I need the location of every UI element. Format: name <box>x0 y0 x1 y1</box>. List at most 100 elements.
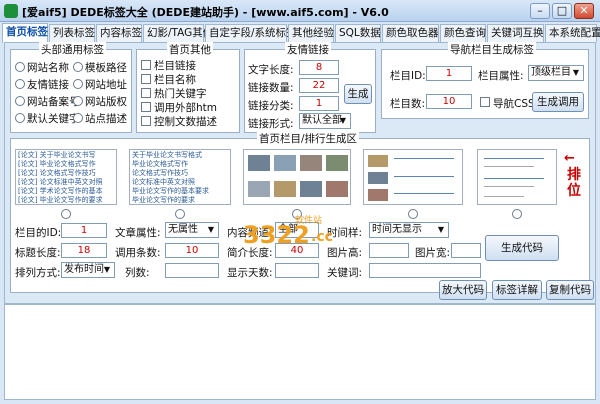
close-button[interactable]: ✕ <box>574 3 594 19</box>
group-title: 头部通用标签 <box>39 42 106 57</box>
title-length-label: 标题长度: <box>15 247 61 259</box>
label-hot-keywords: 热门关键字 <box>154 88 207 100</box>
display-days-label: 显示天数: <box>227 267 273 279</box>
tab-home-tags[interactable]: 首页标签 <box>2 23 48 43</box>
tab-custom-fields[interactable]: 自定字段/系统标签 <box>205 24 297 42</box>
tab-color-query[interactable]: 颜色查询 <box>440 24 486 42</box>
text-length-input[interactable]: 8 <box>299 60 339 75</box>
display-days-input[interactable] <box>275 263 319 278</box>
copy-code-button[interactable]: 复制代码 <box>546 280 594 300</box>
article-attr-value: 无属性 <box>168 224 198 235</box>
watermark-tag: 软件站 <box>295 216 323 226</box>
link-form-value: 默认全部 <box>302 115 342 126</box>
title-length-input[interactable]: 18 <box>61 243 107 258</box>
tab-system-config[interactable]: 本系统配置 <box>545 24 600 42</box>
radio-default-keywords[interactable] <box>15 113 25 123</box>
image-height-input[interactable] <box>369 243 409 258</box>
link-count-label: 链接数量: <box>248 82 294 94</box>
style-radio-4[interactable] <box>408 209 418 219</box>
label-column-link: 栏目链接 <box>154 60 196 72</box>
radio-site-url[interactable] <box>73 79 83 89</box>
nav-column-count-label: 栏目数: <box>390 98 426 110</box>
radio-copyright[interactable] <box>73 96 83 106</box>
article-attr-label: 文章属性: <box>115 227 161 239</box>
code-output-textarea[interactable] <box>4 304 596 400</box>
style-radio-5[interactable] <box>512 209 522 219</box>
nav-column-id-input[interactable]: 1 <box>426 66 472 81</box>
radio-site-name[interactable] <box>15 62 25 72</box>
radio-friend-links[interactable] <box>15 79 25 89</box>
call-count-label: 调用条数: <box>115 247 161 259</box>
generate-nav-button[interactable]: 生成调用 <box>532 92 584 112</box>
arrow-left-icon: ← <box>564 151 575 166</box>
column-id-label: 栏目的ID: <box>15 227 62 239</box>
watermark-suffix: .cc <box>311 229 333 245</box>
tab-list-tags[interactable]: 列表标签 <box>49 24 95 42</box>
check-external-htm[interactable] <box>141 102 151 112</box>
keyword-input[interactable] <box>369 263 481 278</box>
chevron-down-icon: ▼ <box>339 116 347 125</box>
preview-thumb-text-summary <box>477 149 557 205</box>
group-title: 首页其他 <box>167 42 213 57</box>
tab-other-experience[interactable]: 其他经验 <box>288 24 334 42</box>
label-copyright: 网站版权 <box>85 96 127 108</box>
group-title: 导航栏目生成标签 <box>448 42 536 57</box>
tag-detail-button[interactable]: 标签详解 <box>492 280 542 300</box>
radio-site-desc[interactable] <box>73 113 83 123</box>
nav-column-count-input[interactable]: 10 <box>426 94 472 109</box>
style-radio-2[interactable] <box>175 209 185 219</box>
label-control-desc: 控制文数描述 <box>154 116 217 128</box>
call-count-input[interactable]: 10 <box>165 243 219 258</box>
tab-keyword-swap[interactable]: 关键词互换 <box>487 24 544 42</box>
maximize-button[interactable]: □ <box>552 3 572 19</box>
article-attr-select[interactable]: 无属性 ▼ <box>165 222 219 238</box>
image-width-label: 图片宽: <box>415 247 451 259</box>
nav-column-attr-label: 栏目属性: <box>478 70 524 82</box>
image-height-label: 图片高: <box>327 247 363 259</box>
nav-css-label: 导航CSS <box>493 98 535 110</box>
sort-order-select[interactable]: 发布时间 ▼ <box>61 262 115 278</box>
link-form-select[interactable]: 默认全部 ▼ <box>299 113 351 129</box>
link-count-input[interactable]: 22 <box>299 78 339 93</box>
radio-template-path[interactable] <box>73 62 83 72</box>
preview-thumb-image-list <box>363 149 463 205</box>
tab-color-picker[interactable]: 颜色取色器 <box>382 24 439 42</box>
label-friend-links: 友情链接 <box>27 79 69 91</box>
generate-code-button[interactable]: 生成代码 <box>485 235 559 261</box>
column-id-input[interactable]: 1 <box>61 223 107 238</box>
label-site-desc: 站点描述 <box>85 113 127 125</box>
tab-sql-data[interactable]: SQL数据 <box>335 24 381 42</box>
label-site-name: 网站名称 <box>27 62 69 74</box>
link-category-label: 链接分类: <box>248 100 294 112</box>
minimize-button[interactable]: – <box>530 3 550 19</box>
zoom-code-button[interactable]: 放大代码 <box>439 280 487 300</box>
group-title: 首页栏目/排行生成区 <box>257 131 360 146</box>
nav-column-attr-select[interactable]: 顶级栏目 ▼ <box>528 65 584 81</box>
label-template-path: 模板路径 <box>85 62 127 74</box>
text-length-label: 文字长度: <box>248 64 294 76</box>
label-column-name: 栏目名称 <box>154 74 196 86</box>
sort-order-value: 发布时间 <box>64 264 104 275</box>
check-column-name[interactable] <box>141 74 151 84</box>
nav-css-checkbox[interactable] <box>480 97 490 107</box>
radio-icp-number[interactable] <box>15 96 25 106</box>
label-site-url: 网站地址 <box>85 79 127 91</box>
group-title: 友情链接 <box>285 42 331 57</box>
chevron-down-icon: ▼ <box>207 225 215 234</box>
friend-links-group: 友情链接 文字长度: 8 链接数量: 22 链接分类: 1 链接形式: 默认全部… <box>244 42 376 133</box>
image-width-input[interactable] <box>451 243 481 258</box>
style-radio-1[interactable] <box>61 209 71 219</box>
nav-column-attr-value: 顶级栏目 <box>531 67 571 78</box>
nav-columns-group: 导航栏目生成标签 栏目ID: 1 栏目属性: 顶级栏目 ▼ 栏目数: 10 导航C… <box>381 42 589 119</box>
generate-links-button[interactable]: 生成 <box>344 84 372 104</box>
columns-input[interactable] <box>165 263 219 278</box>
check-column-link[interactable] <box>141 60 151 70</box>
check-control-desc[interactable] <box>141 116 151 126</box>
link-category-input[interactable]: 1 <box>299 96 339 111</box>
nav-column-id-label: 栏目ID: <box>390 70 426 82</box>
time-style-select[interactable]: 时间无显示 ▼ <box>369 222 449 238</box>
rank-side-label: 排位 <box>567 167 581 199</box>
tab-slide-tag-other[interactable]: 幻影/TAG其他 <box>143 24 213 42</box>
tab-content-tags[interactable]: 内容标签 <box>96 24 142 42</box>
check-hot-keywords[interactable] <box>141 88 151 98</box>
